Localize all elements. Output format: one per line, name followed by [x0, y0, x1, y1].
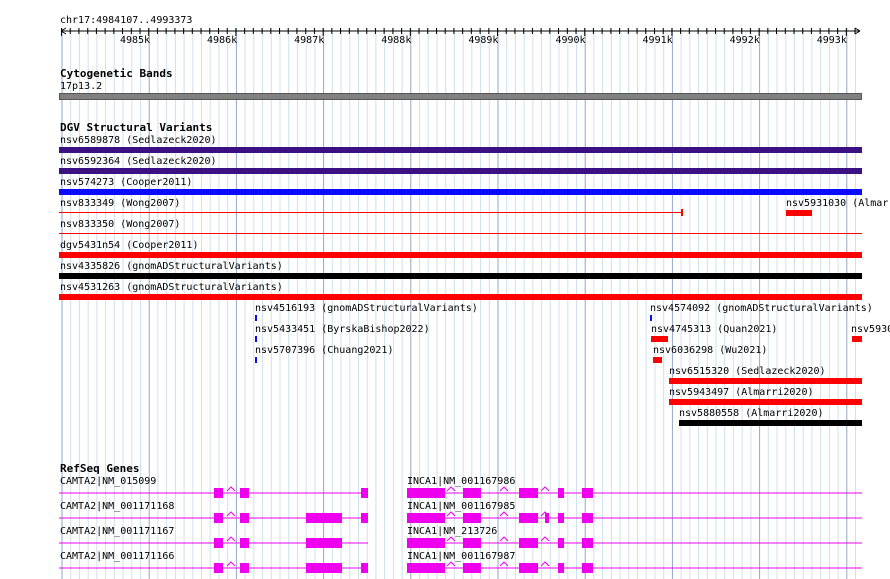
variant-bar[interactable]	[255, 336, 257, 342]
variant-label: nsv6515320 (Sedlazeck2020)	[669, 366, 826, 377]
ruler-tick-label: 4993k	[816, 35, 847, 46]
variant-label: dgv5431n54 (Cooper2011)	[60, 240, 199, 251]
variant-label: nsv833350 (Wong2007)	[60, 219, 181, 230]
variant-bar[interactable]	[59, 294, 862, 300]
variant-label: nsv5433451 (ByrskaBishop2022)	[255, 324, 430, 335]
variant-line[interactable]	[59, 233, 862, 234]
variant-bar[interactable]	[59, 273, 862, 279]
ruler-tick-label: 4986k	[207, 35, 238, 46]
variant-bar[interactable]	[679, 420, 862, 426]
refseq-track-title: RefSeq Genes	[60, 462, 140, 475]
variant-bar[interactable]	[59, 168, 862, 174]
variant-label: nsv6589878 (Sedlazeck2020)	[60, 135, 217, 146]
gene-label: INCA1|NM_001167987	[407, 551, 516, 562]
variant-bar[interactable]	[255, 357, 257, 363]
variant-label: nsv574273 (Cooper2011)	[60, 177, 193, 188]
ruler-tick-label: 4988k	[381, 35, 412, 46]
gene-label: CAMTA2|NM_001171167	[60, 526, 175, 537]
gene-label: INCA1|NM_213726	[407, 526, 498, 537]
variant-label: nsv4745313 (Quan2021)	[651, 324, 778, 335]
variant-bar[interactable]	[852, 336, 862, 342]
gene-label: CAMTA2|NM_015099	[60, 476, 157, 487]
gene-label: INCA1|NM_001167986	[407, 476, 516, 487]
variant-label: nsv5707396 (Chuang2021)	[255, 345, 394, 356]
gene-label: CAMTA2|NM_001171168	[60, 501, 175, 512]
cytoband-label: 17p13.2	[60, 81, 103, 92]
gene-label: CAMTA2|NM_001171166	[60, 551, 175, 562]
variant-bar[interactable]	[59, 189, 862, 195]
variant-label: nsv4335826 (gnomADStructuralVariants)	[60, 261, 283, 272]
variant-line[interactable]	[59, 212, 682, 213]
variant-label: nsv4574092 (gnomADStructuralVariants)	[650, 303, 873, 314]
variant-bar[interactable]	[786, 210, 812, 216]
variant-label: nsv5880558 (Almarri2020)	[679, 408, 824, 419]
variant-label: nsv4516193 (gnomADStructuralVariants)	[255, 303, 478, 314]
ruler-tick-label: 4989k	[468, 35, 499, 46]
variant-bar[interactable]	[59, 252, 862, 258]
cytoband-bar[interactable]	[59, 93, 862, 100]
variant-label: nsv5930	[851, 324, 890, 335]
variant-label: nsv6592364 (Sedlazeck2020)	[60, 156, 217, 167]
variant-label: nsv6036298 (Wu2021)	[653, 345, 768, 356]
ruler-tick-label: 4992k	[729, 35, 760, 46]
variant-bar[interactable]	[669, 399, 862, 405]
dgv-track-title: DGV Structural Variants	[60, 121, 213, 134]
variant-bar[interactable]	[651, 336, 668, 342]
variant-bar[interactable]	[255, 315, 257, 321]
gene-label: INCA1|NM_001167985	[407, 501, 516, 512]
variant-bar[interactable]	[681, 209, 683, 216]
cytoband-track-title: Cytogenetic Bands	[60, 67, 173, 80]
ruler-tick-label: 4987k	[294, 35, 325, 46]
ruler-tick-label: 4990k	[555, 35, 586, 46]
variant-label: nsv5943497 (Almarri2020)	[669, 387, 814, 398]
variant-label: nsv5931030 (Almarri2020)	[786, 198, 890, 209]
variant-label: nsv4531263 (gnomADStructuralVariants)	[60, 282, 283, 293]
variant-bar[interactable]	[669, 378, 862, 384]
ruler-tick-label: 4985k	[119, 35, 151, 46]
ruler-tick-label: 4991k	[642, 35, 673, 46]
variant-bar[interactable]	[59, 147, 862, 153]
variant-bar[interactable]	[650, 315, 652, 321]
variant-label: nsv833349 (Wong2007)	[60, 198, 181, 209]
variant-bar[interactable]	[653, 357, 662, 363]
